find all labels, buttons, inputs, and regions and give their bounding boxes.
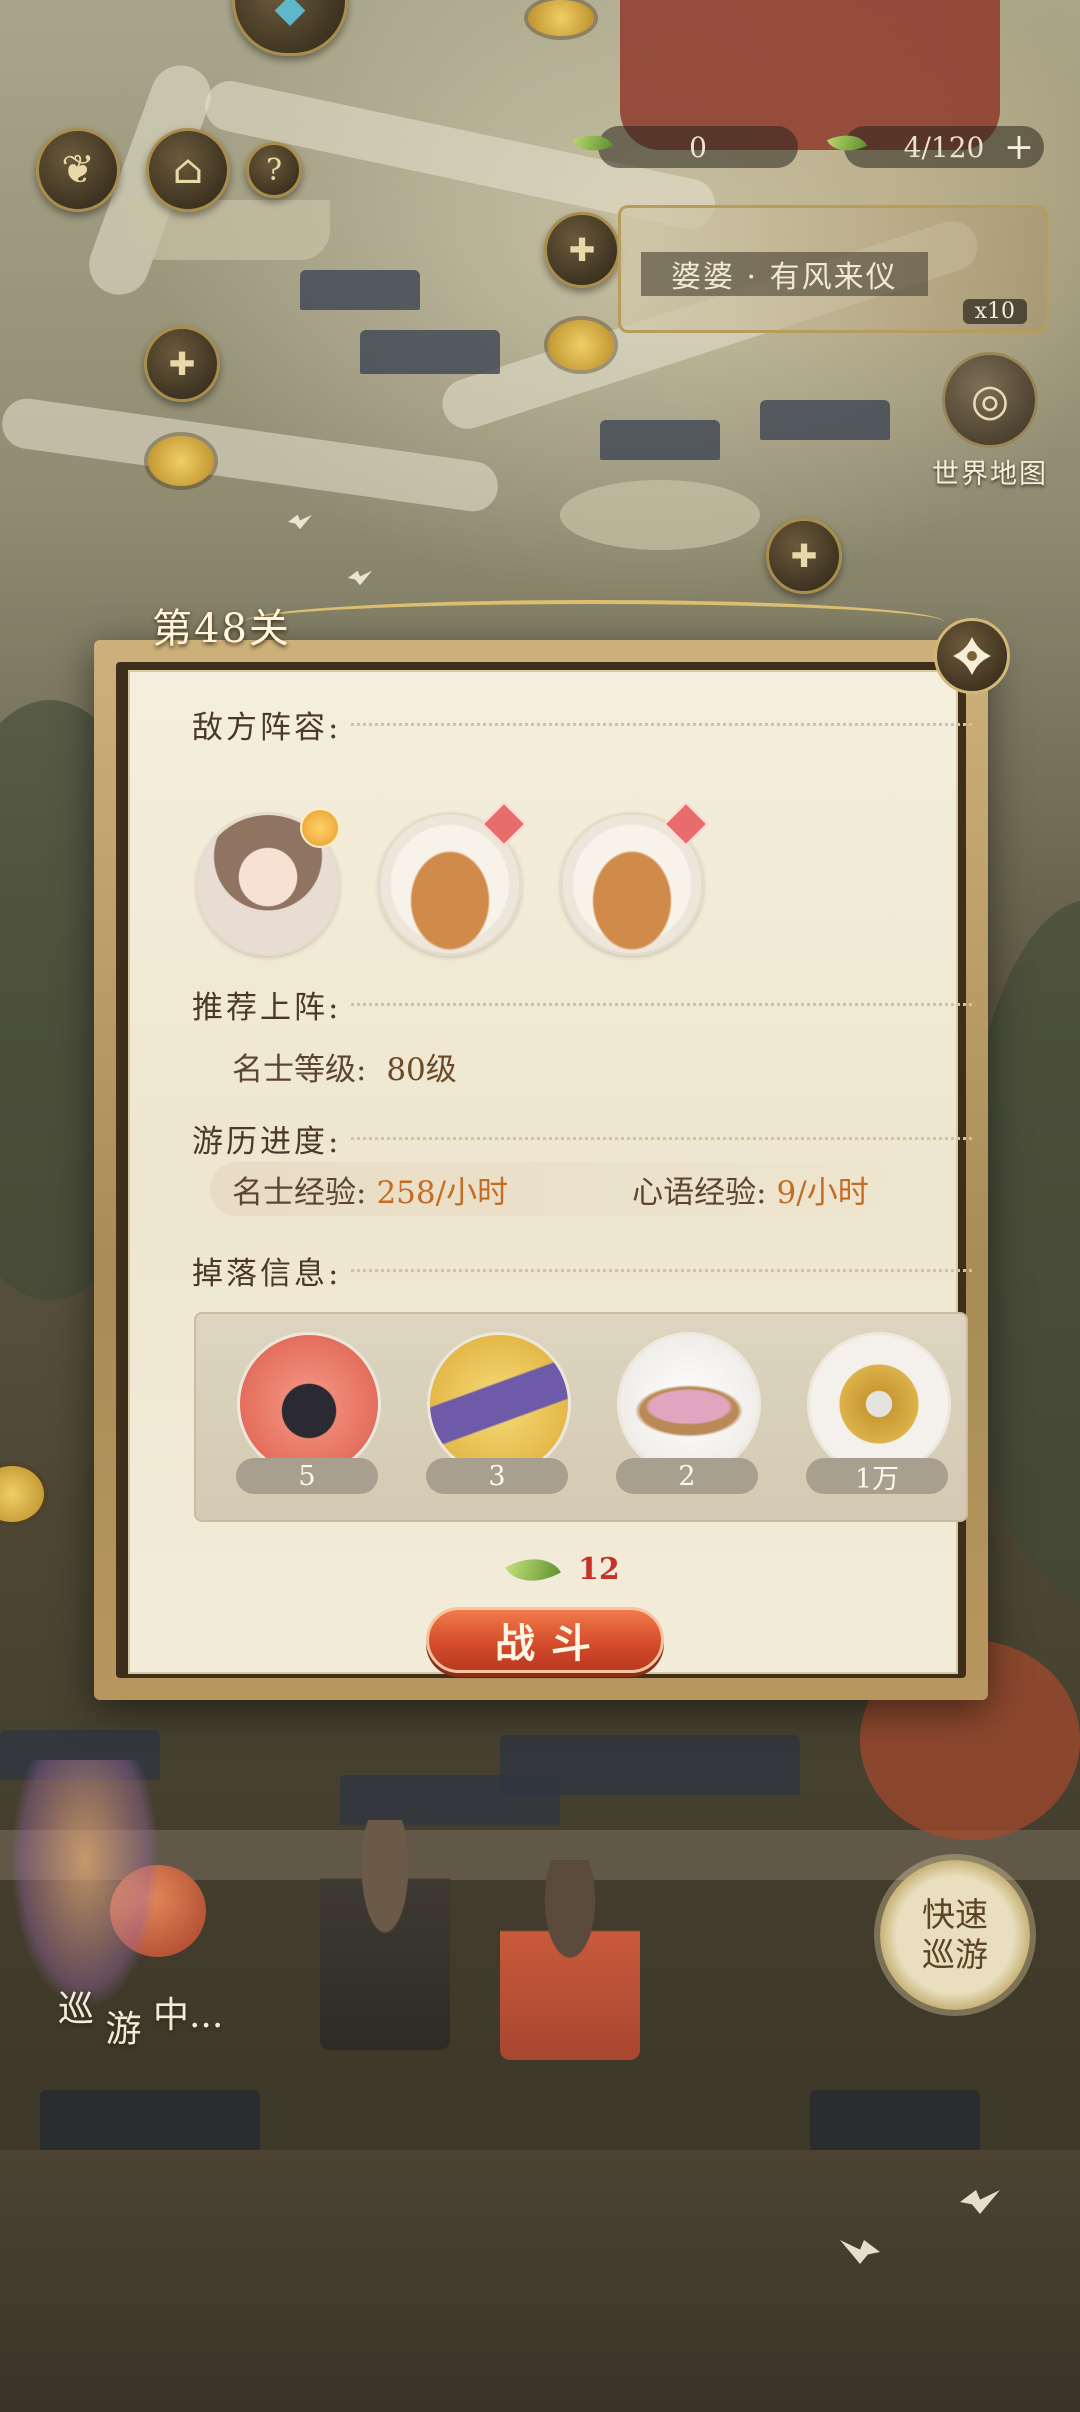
divider — [351, 1269, 972, 1272]
drops-panel: 5 3 2 1万 — [194, 1312, 968, 1522]
quick-tour-line2: 巡游 — [922, 1935, 988, 1974]
world-map-label: 世界地图 — [932, 459, 1048, 490]
gift-icon: ✚ — [568, 231, 596, 269]
resource-bar-2: 4/120 + — [844, 126, 1044, 168]
city-wall — [560, 480, 760, 550]
level-label: 名士等级: — [232, 1052, 367, 1088]
progress-section-header: 游历进度: — [192, 1116, 972, 1161]
current-location-marker: ◆ — [232, 0, 348, 56]
coin-node[interactable] — [148, 436, 214, 486]
building-roof — [600, 420, 720, 460]
divider — [351, 1003, 972, 1006]
drop-qty: 1万 — [806, 1458, 948, 1495]
gold-ribbon — [244, 600, 944, 644]
stage-info-dialog: 第48关 敌方阵容: 推荐上阵: 名士等级: 80级 游历进度: 名士经验: 2… — [94, 600, 1010, 1700]
resource-2-value: 4/120 — [903, 130, 985, 164]
touring-status: 巡 游 中... — [58, 1980, 223, 2052]
event-title: 婆婆 · 有风来仪 — [641, 252, 928, 296]
map-node[interactable]: ✚ — [766, 518, 842, 594]
touring-char-2: 游 — [105, 2009, 142, 2050]
map-node[interactable]: ✚ — [144, 326, 220, 402]
divider — [351, 1137, 972, 1140]
touring-char-1: 巡 — [58, 1989, 95, 2030]
unknown-node[interactable]: ? — [246, 142, 302, 198]
quick-tour-line1: 快速 — [922, 1895, 988, 1934]
exp1-value: 258/小时 — [376, 1174, 509, 1211]
question-icon: ? — [265, 152, 283, 188]
close-button[interactable] — [934, 618, 1010, 694]
gift-icon: ✚ — [168, 345, 196, 383]
map-node[interactable]: ✚ — [544, 212, 620, 288]
recommend-label: 推荐上阵: — [192, 990, 342, 1026]
leaf-icon: ❦ — [61, 147, 95, 193]
event-count: x10 — [962, 299, 1027, 324]
exp1-label: 名士经验: — [232, 1174, 367, 1211]
world-map-button[interactable]: ◎ 世界地图 — [920, 352, 1060, 491]
drop-item[interactable]: 5 — [232, 1332, 382, 1502]
drop-qty: 3 — [426, 1458, 568, 1494]
drops-label: 掉落信息: — [192, 1256, 342, 1292]
coin-node[interactable] — [528, 0, 594, 36]
building-roof — [760, 400, 890, 440]
level-requirement: 名士等级: 80级 — [232, 1044, 457, 1089]
book-scroll-icon — [427, 1332, 571, 1476]
drop-qty: 5 — [236, 1458, 378, 1494]
close-icon — [953, 637, 991, 675]
event-banner[interactable]: 婆婆 · 有风来仪 x10 — [618, 205, 1048, 333]
gift-box-icon — [237, 1332, 381, 1476]
dialog-paper: 敌方阵容: 推荐上阵: 名士等级: 80级 游历进度: 名士经验: 258/小时… — [128, 670, 972, 1674]
butterfly-icon — [348, 570, 372, 586]
map-node[interactable]: ⌂ — [146, 128, 230, 212]
moon-badge-icon — [300, 808, 340, 848]
building-roof — [340, 1775, 560, 1825]
cost-value: 12 — [578, 1552, 620, 1587]
character-male — [320, 1820, 450, 2050]
stage-title: 第48关 — [152, 606, 291, 652]
add-resource-button[interactable]: + — [1004, 127, 1034, 168]
resource-bar-1: 0 — [598, 126, 798, 168]
character-spirit — [10, 1760, 160, 2010]
divider — [351, 723, 972, 726]
drop-item[interactable]: 2 — [612, 1332, 762, 1502]
character-female — [500, 1860, 640, 2060]
map-node[interactable]: ❦ — [36, 128, 120, 212]
level-value: 80级 — [386, 1052, 457, 1088]
drops-section-header: 掉落信息: — [192, 1248, 972, 1293]
map-road — [0, 395, 502, 515]
market-stall — [810, 2090, 980, 2150]
resource-1-value: 0 — [689, 130, 707, 164]
exp2-label: 心语经验: — [632, 1174, 767, 1211]
exp2-value: 9/小时 — [776, 1174, 869, 1211]
world-map-icon: ◎ — [942, 352, 1038, 448]
drop-item[interactable]: 3 — [422, 1332, 572, 1502]
market-ground — [0, 2150, 1080, 2412]
battle-button[interactable]: 战斗 — [426, 1607, 664, 1673]
leaf-icon — [505, 1544, 561, 1595]
pavilion-icon: ⌂ — [172, 147, 204, 193]
building-roof — [300, 270, 420, 310]
city-wall — [130, 200, 330, 260]
quick-tour-button[interactable]: 快速 巡游 — [880, 1860, 1030, 2010]
recommend-section-header: 推荐上阵: — [192, 982, 972, 1027]
mascot-icon: ◆ — [274, 0, 306, 31]
drop-item[interactable]: 1万 — [802, 1332, 952, 1502]
gift-icon: ✚ — [790, 537, 818, 575]
petal-bowl-icon — [617, 1332, 761, 1476]
butterfly-icon — [288, 514, 312, 530]
coin-node[interactable] — [0, 1466, 44, 1522]
copper-coin-icon — [807, 1332, 951, 1476]
enemy-label: 敌方阵容: — [192, 710, 342, 746]
building-roof — [360, 330, 500, 374]
enemy-section-header: 敌方阵容: — [192, 702, 972, 747]
market-stall — [40, 2090, 260, 2150]
touring-char-3: 中... — [152, 1995, 224, 2036]
drop-qty: 2 — [616, 1458, 758, 1494]
stamina-cost: 12 — [505, 1544, 620, 1595]
exp-rate-bar: 名士经验: 258/小时 心语经验: 9/小时 — [210, 1162, 930, 1216]
progress-label: 游历进度: — [192, 1124, 342, 1160]
coin-node[interactable] — [548, 320, 614, 370]
